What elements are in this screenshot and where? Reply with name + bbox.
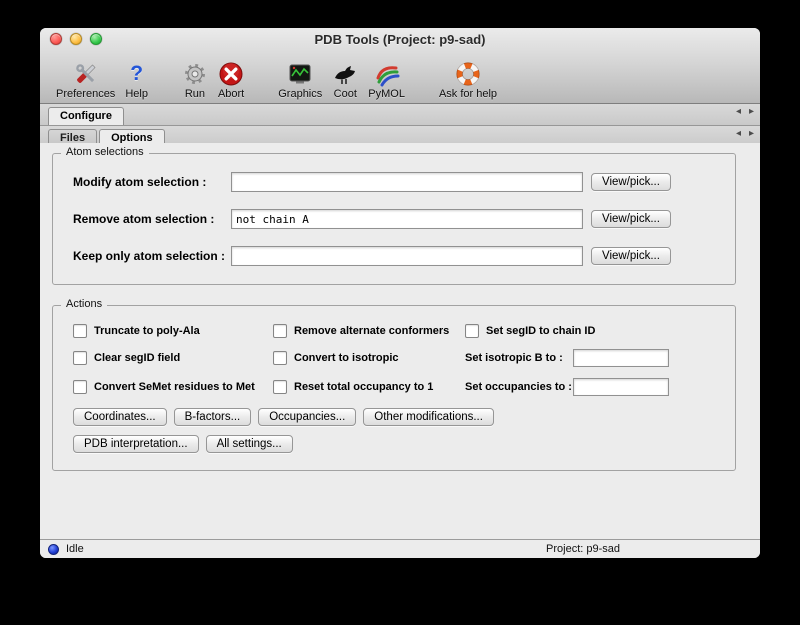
minimize-window-button[interactable]: [70, 33, 82, 45]
checkbox-icon[interactable]: [273, 351, 287, 365]
options-panel: Atom selections Modify atom selection : …: [40, 143, 760, 539]
toolbar-graphics-label: Graphics: [278, 88, 322, 100]
atom-selections-group: Atom selections Modify atom selection : …: [52, 153, 736, 285]
keep-only-atom-selection-input[interactable]: [231, 246, 583, 266]
actions-group-title: Actions: [61, 298, 107, 310]
checkbox-remove-alternate-conformers[interactable]: Remove alternate conformers: [273, 324, 465, 338]
set-isotropic-b-input[interactable]: [573, 349, 669, 367]
toolbar-run-label: Run: [185, 88, 205, 100]
tab-scroll-right-icon[interactable]: ▸: [749, 129, 754, 139]
checkbox-convert-to-isotropic[interactable]: Convert to isotropic: [273, 351, 465, 365]
actions-buttons-row-1: Coordinates... B-factors... Occupancies.…: [73, 408, 721, 426]
app-window: PDB Tools (Project: p9-sad): [40, 28, 760, 558]
toolbar-pymol-label: PyMOL: [368, 88, 405, 100]
toolbar-preferences-label: Preferences: [56, 88, 115, 100]
title-bar[interactable]: PDB Tools (Project: p9-sad): [40, 28, 760, 50]
checkbox-clear-segid-field[interactable]: Clear segID field: [73, 351, 273, 365]
modify-atom-selection-input[interactable]: [231, 172, 583, 192]
toolbar-graphics-button[interactable]: Graphics: [278, 60, 322, 100]
secondary-tab-scroll: ◂ ▸: [736, 129, 754, 139]
close-window-button[interactable]: [50, 33, 62, 45]
keep-only-atom-selection-label: Keep only atom selection :: [73, 249, 231, 263]
checkbox-reset-total-occupancy[interactable]: Reset total occupancy to 1: [273, 380, 465, 394]
keep-only-atom-selection-row: Keep only atom selection : View/pick...: [73, 246, 721, 266]
remove-atom-selection-row: Remove atom selection : View/pick...: [73, 209, 721, 229]
all-settings-button[interactable]: All settings...: [206, 435, 293, 453]
tools-icon: [73, 60, 99, 87]
modify-atom-selection-row: Modify atom selection : View/pick...: [73, 172, 721, 192]
toolbar-abort-label: Abort: [218, 88, 244, 100]
toolbar: Preferences ? Help Run: [40, 50, 760, 103]
other-modifications-button[interactable]: Other modifications...: [363, 408, 494, 426]
coot-bird-icon: [332, 60, 358, 87]
toolbar-help-label: Help: [125, 88, 148, 100]
tab-scroll-left-icon[interactable]: ◂: [736, 129, 741, 139]
project-label: Project: p9-sad: [546, 543, 620, 555]
window-header: PDB Tools (Project: p9-sad): [40, 28, 760, 104]
toolbar-ask-for-help-label: Ask for help: [439, 88, 497, 100]
checkbox-icon[interactable]: [273, 324, 287, 338]
remove-atom-selection-label: Remove atom selection :: [73, 212, 231, 226]
primary-tab-scroll: ◂ ▸: [736, 107, 754, 117]
toolbar-preferences-button[interactable]: Preferences: [56, 60, 115, 100]
actions-grid: Truncate to poly-Ala Remove alternate co…: [73, 324, 721, 396]
view-pick-keep-button[interactable]: View/pick...: [591, 247, 671, 265]
status-text: Idle: [66, 543, 84, 555]
actions-group: Actions Truncate to poly-Ala Remove alte…: [52, 305, 736, 471]
checkbox-convert-semet-to-met[interactable]: Convert SeMet residues to Met: [73, 380, 273, 394]
set-occupancies-input[interactable]: [573, 378, 669, 396]
checkbox-icon[interactable]: [273, 380, 287, 394]
modify-atom-selection-label: Modify atom selection :: [73, 175, 231, 189]
toolbar-help-button[interactable]: ? Help: [125, 60, 148, 100]
view-pick-remove-button[interactable]: View/pick...: [591, 210, 671, 228]
tab-scroll-right-icon[interactable]: ▸: [749, 107, 754, 117]
actions-buttons-row-2: PDB interpretation... All settings...: [73, 435, 721, 453]
checkbox-icon[interactable]: [73, 324, 87, 338]
status-led-icon: [48, 544, 59, 555]
checkbox-set-segid-to-chain-id[interactable]: Set segID to chain ID: [465, 324, 721, 338]
atom-selections-group-title: Atom selections: [61, 146, 149, 158]
toolbar-ask-for-help-button[interactable]: Ask for help: [439, 60, 497, 100]
checkbox-truncate-poly-ala[interactable]: Truncate to poly-Ala: [73, 324, 273, 338]
abort-x-icon: [218, 60, 244, 87]
pymol-ribbon-icon: [374, 60, 400, 87]
tab-configure[interactable]: Configure: [48, 107, 124, 125]
zoom-window-button[interactable]: [90, 33, 102, 45]
set-occupancies-label: Set occupancies to :: [465, 381, 573, 393]
desktop: { "window": { "title": "PDB Tools (Proje…: [0, 0, 800, 625]
toolbar-coot-label: Coot: [334, 88, 357, 100]
toolbar-run-button[interactable]: Run: [182, 60, 208, 100]
question-mark-icon: ?: [130, 60, 143, 87]
tab-scroll-left-icon[interactable]: ◂: [736, 107, 741, 117]
occupancies-button[interactable]: Occupancies...: [258, 408, 356, 426]
status-bar: Idle Project: p9-sad: [40, 539, 760, 558]
set-isotropic-b-label: Set isotropic B to :: [465, 352, 573, 364]
set-isotropic-b-field: Set isotropic B to :: [465, 349, 721, 367]
toolbar-pymol-button[interactable]: PyMOL: [368, 60, 405, 100]
life-ring-icon: [455, 60, 481, 87]
traffic-lights: [40, 33, 102, 45]
checkbox-icon[interactable]: [465, 324, 479, 338]
b-factors-button[interactable]: B-factors...: [174, 408, 252, 426]
coordinates-button[interactable]: Coordinates...: [73, 408, 167, 426]
gear-icon: [182, 60, 208, 87]
primary-tab-strip: Configure ◂ ▸: [40, 104, 760, 126]
remove-atom-selection-input[interactable]: [231, 209, 583, 229]
window-title: PDB Tools (Project: p9-sad): [40, 32, 760, 47]
view-pick-modify-button[interactable]: View/pick...: [591, 173, 671, 191]
pdb-interpretation-button[interactable]: PDB interpretation...: [73, 435, 199, 453]
toolbar-abort-button[interactable]: Abort: [218, 60, 244, 100]
checkbox-icon[interactable]: [73, 380, 87, 394]
graphics-display-icon: [287, 60, 313, 87]
checkbox-icon[interactable]: [73, 351, 87, 365]
set-occupancies-field: Set occupancies to :: [465, 378, 721, 396]
toolbar-coot-button[interactable]: Coot: [332, 60, 358, 100]
